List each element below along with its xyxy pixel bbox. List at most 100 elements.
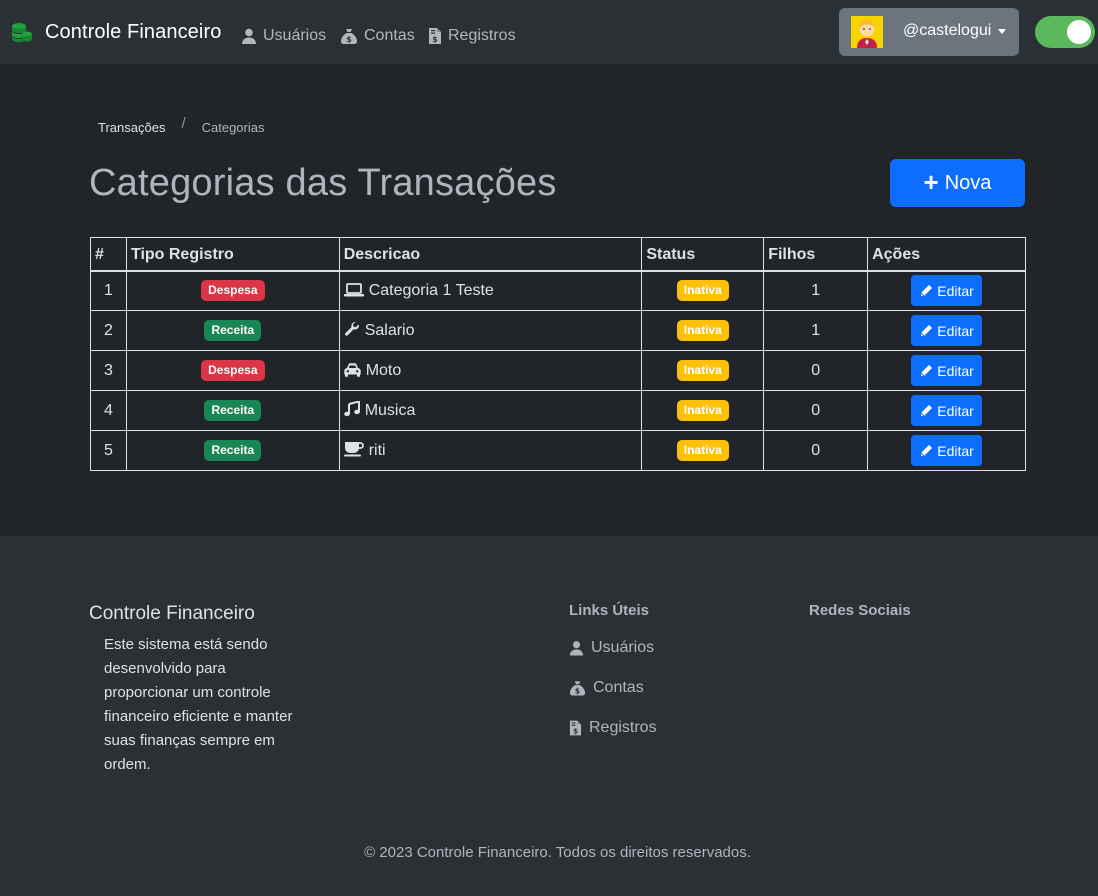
edit-button-label: Editar <box>937 362 974 379</box>
tipo-cell: Receita <box>125 310 340 351</box>
money-bag-icon: $ <box>569 681 586 696</box>
toggle-knob <box>1067 20 1091 44</box>
username-label: @castelogui <box>903 22 992 39</box>
tipo-cell: Despesa <box>125 270 340 311</box>
row-id: 3 <box>90 350 127 391</box>
descricao-text: riti <box>368 442 386 459</box>
status-badge: Inativa <box>676 280 729 302</box>
edit-button[interactable]: Editar <box>911 435 983 466</box>
row-id: 1 <box>90 270 127 311</box>
nav-link-usuarios[interactable]: Usuários <box>241 27 326 45</box>
edit-button[interactable]: Editar <box>911 315 983 346</box>
nav-link-registros[interactable]: $ Registros <box>428 27 516 45</box>
footer-link-label: Usuários <box>591 639 655 656</box>
file-invoice-dollar-icon: $ <box>569 720 582 736</box>
filhos-cell: 0 <box>763 390 869 431</box>
brand-title: Controle Financeiro <box>45 20 222 43</box>
edit-button[interactable]: Editar <box>911 395 983 426</box>
acoes-cell: Editar <box>867 350 1026 391</box>
nav-link-label: Usuários <box>263 27 327 44</box>
breadcrumb-item-transacoes[interactable]: Transações <box>98 120 165 135</box>
descricao-text: Salario <box>364 322 415 339</box>
caret-down-icon <box>998 29 1006 34</box>
file-invoice-dollar-icon: $ <box>429 28 441 44</box>
acoes-cell: Editar <box>867 390 1026 431</box>
descricao-cell: Categoria 1 Teste <box>338 270 643 311</box>
status-badge: Inativa <box>676 360 729 381</box>
coffee-icon <box>343 442 364 457</box>
row-id: 5 <box>90 430 127 471</box>
footer-link-contas[interactable]: $ Contas <box>569 679 644 697</box>
svg-text:$: $ <box>432 35 437 44</box>
column-header-tipo: Tipo Registro <box>125 237 340 271</box>
nav-link-contas[interactable]: $ Contas <box>340 27 415 45</box>
edit-button-label: Editar <box>937 282 974 299</box>
navbar: Controle Financeiro Usuários $ Contas $ … <box>0 0 1098 64</box>
money-bag-icon: $ <box>341 29 357 44</box>
tipo-cell: Receita <box>125 430 340 471</box>
status-cell: Inativa <box>641 350 765 391</box>
descricao-cell: Salario <box>338 310 643 351</box>
table-header-row: # Tipo Registro Descricao Status Filhos … <box>90 237 1026 271</box>
copyright-text: © 2023 Controle Financeiro. Todos os dir… <box>364 844 751 861</box>
pencil-icon <box>920 364 933 376</box>
status-cell: Inativa <box>641 270 765 311</box>
table-row: 2 Receita Salario Inativa 1 Editar <box>90 310 1026 351</box>
edit-button[interactable]: Editar <box>911 275 983 307</box>
user-icon <box>569 641 584 656</box>
wrench-icon <box>344 321 359 336</box>
new-category-button[interactable]: + Nova <box>890 159 1025 207</box>
acoes-cell: Editar <box>867 270 1026 311</box>
footer-link-label: Contas <box>593 679 644 696</box>
status-badge: Inativa <box>676 400 729 421</box>
nav-link-label: Contas <box>364 27 415 44</box>
user-dropdown-button[interactable]: @castelogui <box>839 8 1019 56</box>
row-id: 4 <box>90 390 127 431</box>
tipo-badge-receita: Receita <box>204 320 262 341</box>
row-id: 2 <box>90 310 127 351</box>
brand-link[interactable]: Controle Financeiro <box>10 20 221 44</box>
car-icon <box>344 362 361 377</box>
filhos-cell: 1 <box>763 270 869 311</box>
filhos-cell: 0 <box>763 430 869 471</box>
categories-table: # Tipo Registro Descricao Status Filhos … <box>90 237 1026 471</box>
breadcrumb-separator: / <box>181 115 186 132</box>
edit-button-label: Editar <box>937 402 974 419</box>
tipo-badge-receita: Receita <box>204 400 262 421</box>
tipo-badge-receita: Receita <box>204 440 262 461</box>
status-cell: Inativa <box>641 390 765 431</box>
tipo-badge-despesa: Despesa <box>201 360 265 381</box>
footer-description: Este sistema está sendo desenvolvido par… <box>104 636 293 773</box>
status-cell: Inativa <box>641 310 765 351</box>
tipo-cell: Despesa <box>125 350 340 391</box>
laptop-icon <box>343 282 364 297</box>
avatar <box>851 16 883 48</box>
tipo-badge-despesa: Despesa <box>201 280 265 302</box>
edit-button[interactable]: Editar <box>911 355 983 386</box>
coins-icon <box>12 23 32 42</box>
descricao-text: Categoria 1 Teste <box>368 281 494 299</box>
acoes-cell: Editar <box>867 310 1026 351</box>
column-header-id: # <box>90 237 127 271</box>
descricao-text: Moto <box>365 361 402 379</box>
pencil-icon <box>920 324 933 336</box>
pencil-icon <box>920 284 933 297</box>
acoes-cell: Editar <box>867 430 1026 471</box>
theme-toggle-switch[interactable] <box>1035 16 1095 48</box>
footer-social-heading: Redes Sociais <box>809 602 911 619</box>
status-cell: Inativa <box>641 430 765 471</box>
pencil-icon <box>920 404 933 416</box>
status-badge: Inativa <box>676 440 729 461</box>
footer-link-usuarios[interactable]: Usuários <box>569 639 654 657</box>
table-row: 5 Receita riti Inativa 0 Editar <box>90 430 1026 471</box>
filhos-cell: 1 <box>763 310 869 351</box>
table-row: 1 Despesa Categoria 1 Teste Inativa 1 Ed… <box>90 270 1026 311</box>
breadcrumb: Transações / Categorias <box>98 115 265 136</box>
nav-link-label: Registros <box>448 27 516 44</box>
breadcrumb-item-categorias: Categorias <box>201 120 265 135</box>
edit-button-label: Editar <box>937 442 974 459</box>
status-badge: Inativa <box>676 320 729 341</box>
footer-link-registros[interactable]: $ Registros <box>569 719 657 737</box>
descricao-cell: Musica <box>338 390 643 431</box>
pencil-icon <box>920 444 933 456</box>
